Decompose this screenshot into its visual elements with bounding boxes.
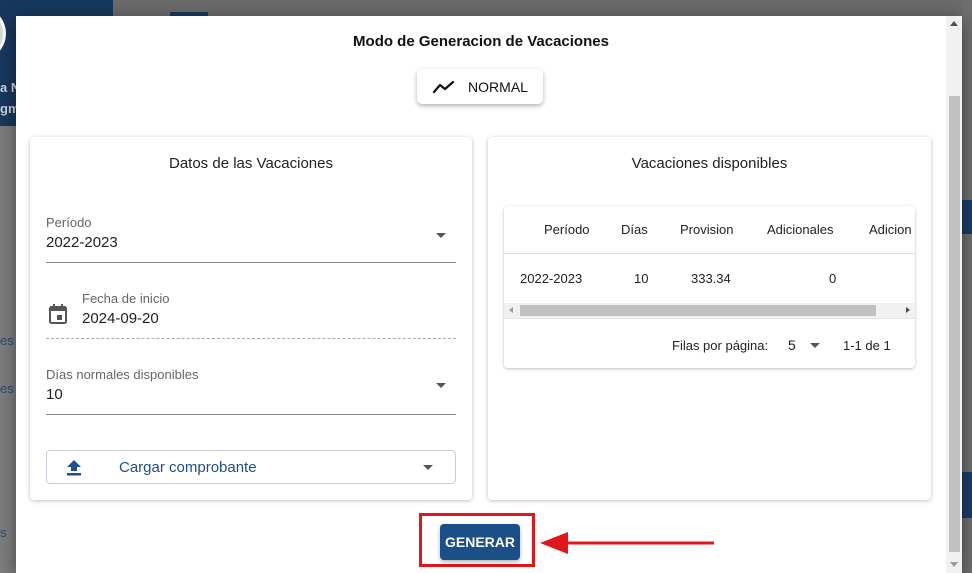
pagination-range: 1-1 de 1 bbox=[843, 338, 891, 353]
vacation-data-card: Datos de las Vacaciones Período 2022-202… bbox=[30, 137, 472, 500]
background-right-item bbox=[962, 200, 972, 234]
fecha-inicio-label: Fecha de inicio bbox=[82, 291, 170, 306]
dialog-title: Modo de Generacion de Vacaciones bbox=[353, 33, 609, 50]
scrollbar-thumb[interactable] bbox=[949, 96, 960, 552]
upload-receipt-label: Cargar comprobante bbox=[119, 459, 257, 476]
upload-receipt-button[interactable]: Cargar comprobante bbox=[46, 450, 456, 484]
available-vacations-card: Vacaciones disponibles Período Días Prov… bbox=[488, 137, 931, 500]
periodo-select[interactable]: Período 2022-2023 bbox=[46, 215, 456, 263]
periodo-value: 2022-2023 bbox=[46, 234, 118, 251]
dias-disponibles-select[interactable]: Días normales disponibles 10 bbox=[46, 367, 456, 415]
column-header-dias[interactable]: Días bbox=[621, 222, 648, 237]
background-nav-item: s bbox=[0, 525, 7, 540]
scroll-left-icon[interactable] bbox=[509, 307, 513, 313]
rows-per-page-label: Filas por página: bbox=[672, 338, 769, 353]
mode-button-label: NORMAL bbox=[468, 78, 528, 95]
table-header: Período Días Provision Adicionales Adici… bbox=[504, 206, 915, 254]
scrollbar-thumb[interactable] bbox=[520, 305, 876, 316]
available-vacations-title: Vacaciones disponibles bbox=[631, 155, 788, 172]
chevron-down-icon bbox=[436, 383, 446, 388]
vacation-generation-dialog: Modo de Generacion de Vacaciones NORMAL … bbox=[16, 16, 962, 573]
chevron-down-icon bbox=[423, 465, 433, 470]
dialog-vertical-scrollbar[interactable] bbox=[946, 16, 962, 573]
background-topbar bbox=[113, 0, 972, 16]
column-header-adicionales[interactable]: Adicionales bbox=[767, 222, 834, 237]
table-pagination: Filas por página: 5 1-1 de 1 bbox=[504, 318, 915, 368]
scroll-down-icon[interactable] bbox=[950, 562, 958, 567]
column-header-adicion[interactable]: Adicion bbox=[869, 222, 912, 237]
mode-normal-button[interactable]: NORMAL bbox=[417, 69, 543, 104]
scroll-right-icon[interactable] bbox=[906, 307, 910, 313]
scroll-up-icon[interactable] bbox=[950, 21, 958, 26]
cell-adicionales: 0 bbox=[829, 271, 837, 286]
chevron-down-icon bbox=[436, 233, 446, 238]
available-vacations-table: Período Días Provision Adicionales Adici… bbox=[504, 206, 915, 368]
cell-periodo: 2022-2023 bbox=[520, 271, 583, 286]
dias-disponibles-label: Días normales disponibles bbox=[46, 367, 199, 382]
fecha-inicio-value: 2024-09-20 bbox=[82, 310, 159, 327]
chevron-down-icon[interactable] bbox=[810, 343, 820, 348]
table-horizontal-scrollbar[interactable] bbox=[504, 303, 915, 318]
fecha-inicio-field[interactable]: Fecha de inicio 2024-09-20 bbox=[46, 291, 456, 339]
calendar-icon bbox=[49, 304, 67, 324]
background-right-item bbox=[962, 472, 972, 518]
background-nav-item: es bbox=[0, 381, 14, 396]
dias-disponibles-value: 10 bbox=[46, 386, 63, 403]
background-avatar bbox=[0, 6, 6, 61]
cell-provision: 333.34 bbox=[691, 271, 731, 286]
table-row[interactable]: 2022-2023 10 333.34 0 bbox=[504, 255, 915, 303]
cell-dias: 10 bbox=[634, 271, 649, 286]
trend-line-icon bbox=[432, 80, 455, 93]
vacation-data-title: Datos de las Vacaciones bbox=[169, 155, 333, 172]
column-header-periodo[interactable]: Período bbox=[544, 222, 590, 237]
column-header-provision[interactable]: Provision bbox=[680, 222, 733, 237]
upload-icon bbox=[67, 460, 81, 476]
generate-button[interactable]: GENERAR bbox=[440, 524, 520, 560]
rows-per-page-select[interactable]: 5 bbox=[788, 337, 796, 353]
background-nav-item: es bbox=[0, 333, 14, 348]
periodo-label: Período bbox=[46, 215, 92, 230]
annotation-arrow-icon bbox=[540, 532, 714, 554]
